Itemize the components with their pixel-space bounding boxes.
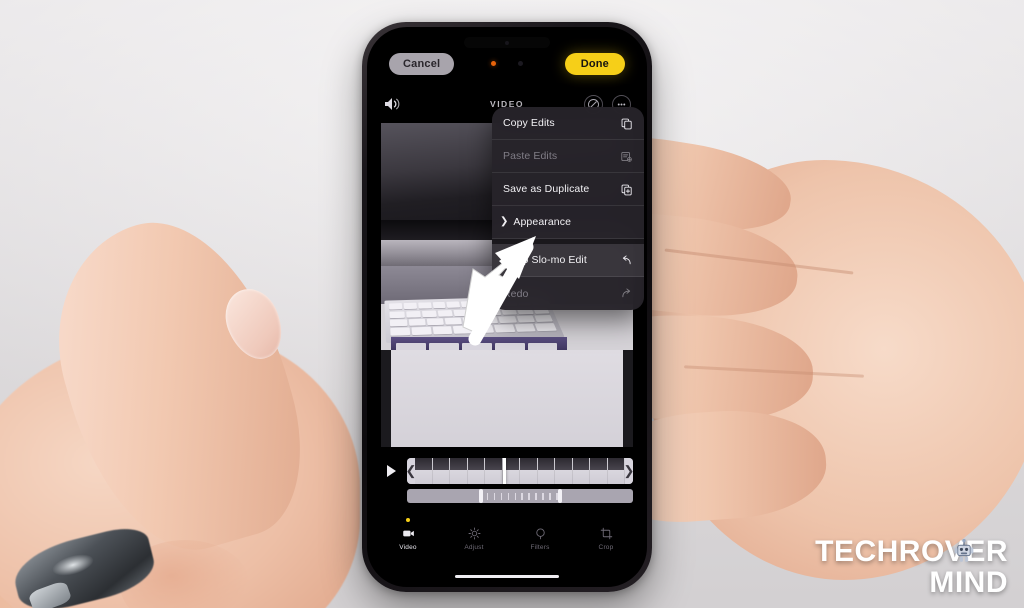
preview-letterbox-left <box>381 349 392 447</box>
tab-label: Crop <box>598 543 614 551</box>
speed-ramp-handle-left[interactable] <box>479 489 484 503</box>
preview-letterbox-right <box>622 349 633 447</box>
menu-item-left-group: Undo Slo-mo Edit <box>503 254 587 266</box>
tab-label: Video <box>399 543 417 551</box>
menu-item-label: Appearance <box>513 216 572 228</box>
playhead[interactable] <box>503 458 507 484</box>
done-button[interactable]: Done <box>564 53 625 75</box>
camera-dot <box>505 40 509 45</box>
menu-item-label: Copy Edits <box>503 117 555 129</box>
play-icon[interactable] <box>381 459 401 483</box>
menu-item-label: Redo <box>503 287 529 300</box>
slomo-speed-ramp[interactable] <box>407 489 633 503</box>
menu-item-left-group: Redo <box>503 288 529 300</box>
dynamic-island <box>464 37 550 48</box>
menu-item-copy-edits[interactable]: Copy Edits <box>492 107 644 140</box>
tab-adjust[interactable]: Adjust <box>454 526 494 551</box>
menu-item-left-group: ❯ Appearance <box>500 216 572 228</box>
speed-ramp-fill <box>484 491 561 501</box>
redo-arrow-icon <box>619 287 633 301</box>
speaker-icon[interactable] <box>383 95 403 113</box>
menu-item-redo: Redo <box>492 277 644 310</box>
none <box>619 215 633 229</box>
trim-handle-left[interactable]: ❮ <box>407 458 416 484</box>
undo-arrow-icon <box>619 253 633 267</box>
trim-row: ❮ ❯ <box>381 457 633 485</box>
duplicate-icon <box>619 182 633 196</box>
filters-circle-icon <box>534 526 547 541</box>
menu-item-left-group: Copy Edits <box>503 117 555 129</box>
tab-video[interactable]: Video <box>388 517 428 551</box>
menu-item-save-as-duplicate[interactable]: Save as Duplicate <box>492 173 644 206</box>
crop-icon <box>600 526 613 541</box>
tab-filters[interactable]: Filters <box>520 526 560 551</box>
trim-handle-right[interactable]: ❯ <box>624 458 633 484</box>
menu-item-undo-slo-mo-edit[interactable]: Undo Slo-mo Edit <box>492 244 644 277</box>
menu-item-left-group: Paste Edits <box>503 150 557 162</box>
tab-crop[interactable]: Crop <box>586 526 626 551</box>
home-indicator <box>455 574 559 578</box>
context-menu: Copy Edits Paste Edits Save as Duplicate ❯ A… <box>492 107 644 310</box>
menu-item-appearance[interactable]: ❯ Appearance <box>492 206 644 239</box>
brightness-icon <box>468 526 481 541</box>
paste-icon <box>619 149 633 163</box>
filmstrip-wrapper[interactable]: ❮ ❯ <box>407 458 633 484</box>
editor-tab-bar: Video Adjust Filters Crop <box>367 517 647 559</box>
copy-icon <box>619 116 633 130</box>
phone-screen: Cancel Done VIDEO Copy Edits Paste Edits… <box>367 27 647 587</box>
menu-item-label: Undo Slo-mo Edit <box>503 254 587 266</box>
menu-item-label: Save as Duplicate <box>503 183 590 195</box>
tab-label: Adjust <box>464 543 484 551</box>
preview-white-surface <box>381 349 633 447</box>
video-camera-icon <box>402 526 415 541</box>
chevron-right-icon: ❯ <box>500 216 509 227</box>
filmstrip[interactable] <box>415 458 625 484</box>
video-trimmer: ❮ ❯ <box>381 457 633 509</box>
menu-item-label: Paste Edits <box>503 150 558 162</box>
menu-item-left-group: Save as Duplicate <box>503 183 589 195</box>
cancel-button[interactable]: Cancel <box>389 53 455 75</box>
tab-label: Filters <box>530 543 550 551</box>
menu-item-paste-edits: Paste Edits <box>492 140 644 173</box>
iphone-device: Cancel Done VIDEO Copy Edits Paste Edits… <box>362 22 652 592</box>
speed-ramp-handle-right[interactable] <box>558 489 563 503</box>
editor-top-actions: Cancel Done <box>367 49 647 79</box>
active-tab-indicator-dot <box>406 517 410 522</box>
